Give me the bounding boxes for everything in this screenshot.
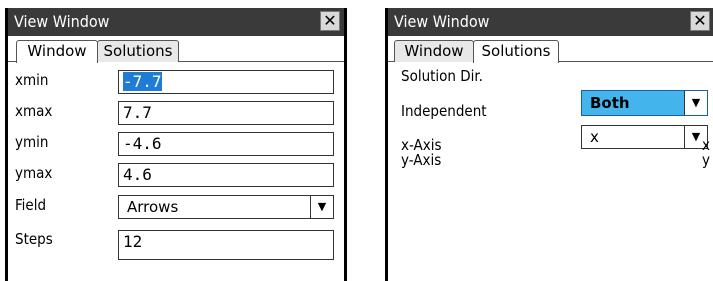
view-window-dialog-right: View Window ✕ Window Solutions Solution …	[385, 8, 713, 281]
dialog-title: View Window	[14, 12, 110, 31]
independent-dropdown[interactable]: x ▼	[581, 125, 708, 149]
y-axis-label: y-Axis	[401, 151, 442, 169]
tab-bar: Window Solutions	[8, 36, 344, 63]
chevron-down-icon[interactable]: ▼	[684, 91, 707, 115]
xmin-label: xmin	[15, 71, 49, 89]
solution-dir-label: Solution Dir.	[401, 67, 483, 85]
chevron-down-icon[interactable]: ▼	[310, 196, 333, 218]
close-icon[interactable]: ✕	[690, 11, 710, 31]
view-window-dialog-left: View Window ✕ Window Solutions xmin -7.7…	[5, 8, 347, 281]
xmax-label: xmax	[15, 102, 53, 120]
dialog-title: View Window	[394, 12, 490, 31]
tab-solutions[interactable]: Solutions	[97, 40, 179, 62]
ymax-label: ymax	[15, 164, 53, 182]
xmax-field[interactable]: 7.7	[118, 101, 334, 125]
independent-label: Independent	[401, 102, 487, 120]
ymax-field[interactable]: 4.6	[118, 163, 334, 187]
steps-label: Steps	[15, 230, 53, 248]
ymin-field[interactable]: -4.6	[118, 132, 334, 156]
tab-window[interactable]: Window	[394, 40, 474, 62]
solution-dir-dropdown[interactable]: Both ▼	[581, 90, 708, 116]
field-dropdown[interactable]: Arrows ▼	[118, 195, 334, 219]
title-bar: View Window ✕	[8, 8, 344, 36]
xmin-value: -7.7	[123, 72, 162, 91]
tab-bar: Window Solutions	[388, 36, 713, 63]
tab-window[interactable]: Window	[16, 40, 98, 63]
field-label: Field	[15, 196, 47, 214]
y-axis-value: y	[702, 151, 710, 169]
close-icon[interactable]: ✕	[320, 11, 340, 31]
title-bar: View Window ✕	[388, 8, 713, 36]
independent-value: x	[590, 128, 599, 146]
solution-dir-value: Both	[590, 94, 630, 112]
xmin-field[interactable]: -7.7	[118, 70, 334, 94]
steps-field[interactable]: 12	[118, 230, 334, 260]
ymin-label: ymin	[15, 133, 49, 151]
tab-solutions[interactable]: Solutions	[473, 40, 559, 63]
field-dropdown-value: Arrows	[127, 198, 179, 216]
